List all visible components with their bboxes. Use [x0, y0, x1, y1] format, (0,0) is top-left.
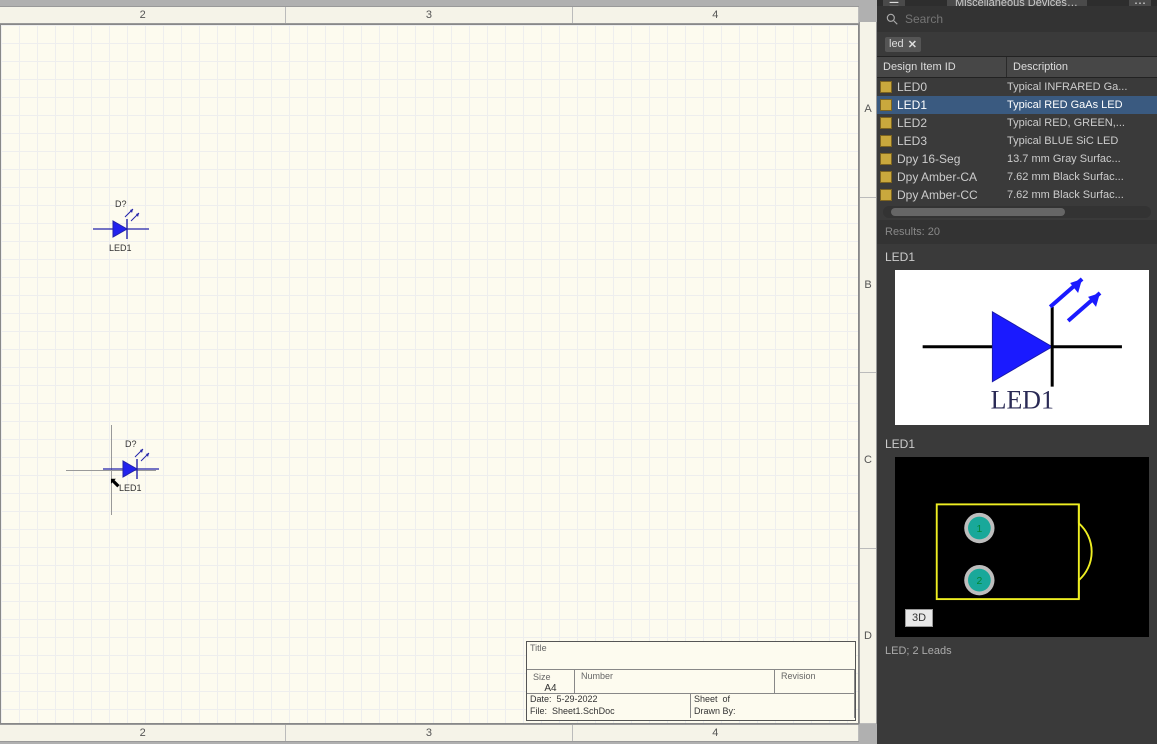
component-id: LED0	[895, 80, 1007, 94]
component-row-LED0[interactable]: LED0Typical INFRARED Ga...	[877, 78, 1157, 96]
component-value: LED1	[109, 243, 132, 253]
symbol-preview[interactable]: LED1	[895, 270, 1149, 425]
component-icon	[877, 170, 895, 182]
schematic-canvas[interactable]: 2 3 4 A B C D D? LED1 D?	[0, 0, 877, 744]
component-desc: 7.62 mm Black Surfac...	[1007, 189, 1157, 201]
filter-chip[interactable]: led ✕	[885, 37, 921, 52]
titleblock-title-label: Title	[527, 642, 550, 669]
results-count: Results: 20	[877, 220, 1157, 244]
filter-chip-label: led	[889, 38, 904, 50]
component-icon	[877, 98, 895, 110]
search-icon	[885, 12, 899, 26]
search-input[interactable]	[905, 12, 1149, 26]
col-header-id[interactable]: Design Item ID	[877, 57, 1007, 77]
component-row-LED1[interactable]: LED1Typical RED GaAs LED	[877, 96, 1157, 114]
titleblock-drawn-label: Drawn By:	[694, 706, 736, 716]
component-id: LED1	[895, 98, 1007, 112]
component-icon	[877, 116, 895, 128]
component-id: LED2	[895, 116, 1007, 130]
component-desc: Typical RED, GREEN,...	[1007, 117, 1157, 129]
component-led1-placed[interactable]: D? LED1	[91, 205, 151, 253]
designator: D?	[125, 439, 137, 449]
component-desc: 7.62 mm Black Surfac...	[1007, 171, 1157, 183]
pad-2-label: 2	[976, 575, 982, 586]
component-row-Dpy-16-Seg[interactable]: Dpy 16-Seg13.7 mm Gray Surfac...	[877, 150, 1157, 168]
titleblock-number-label: Number	[578, 670, 616, 682]
component-icon	[877, 134, 895, 146]
titleblock-sheet-label: Sheet	[694, 694, 718, 704]
designator: D?	[115, 199, 127, 209]
component-desc: Typical BLUE SiC LED	[1007, 135, 1157, 147]
horizontal-scrollbar[interactable]	[883, 206, 1151, 218]
component-row-Dpy-Amber-CA[interactable]: Dpy Amber-CA7.62 mm Black Surfac...	[877, 168, 1157, 186]
titleblock-size-label: Size	[530, 671, 571, 683]
component-icon	[877, 188, 895, 200]
component-row-LED2[interactable]: LED2Typical RED, GREEN,...	[877, 114, 1157, 132]
filter-chip-clear[interactable]: ✕	[908, 38, 917, 51]
schematic-sheet[interactable]: D? LED1 D?	[0, 24, 859, 724]
titleblock-file-label: File:	[530, 706, 547, 716]
component-id: Dpy Amber-CC	[895, 188, 1007, 202]
footprint-description: LED; 2 Leads	[877, 643, 1157, 659]
mouse-cursor-icon: ⬉	[109, 474, 121, 491]
component-id: Dpy Amber-CA	[895, 170, 1007, 184]
components-panel: ☰ Miscellaneous Devices.IntLib ⋯ led ✕ D…	[877, 0, 1157, 744]
titleblock-date-label: Date:	[530, 694, 552, 704]
ruler-top: 2 3 4	[0, 6, 859, 24]
component-desc: Typical INFRARED Ga...	[1007, 81, 1157, 93]
component-icon	[877, 80, 895, 92]
col-header-desc[interactable]: Description	[1007, 57, 1157, 77]
ruler-right: A B C D	[859, 22, 877, 724]
component-row-Dpy-Amber-CC[interactable]: Dpy Amber-CC7.62 mm Black Surfac...	[877, 186, 1157, 204]
footprint-preview-label: LED1	[877, 431, 1157, 457]
component-row-LED3[interactable]: LED3Typical BLUE SiC LED	[877, 132, 1157, 150]
component-icon	[877, 152, 895, 164]
component-id: LED3	[895, 134, 1007, 148]
footprint-preview[interactable]: 1 2 3D	[895, 457, 1149, 637]
component-desc: Typical RED GaAs LED	[1007, 99, 1157, 111]
title-block: Title Size A4 Number Revision Date: 5-29…	[526, 641, 856, 721]
grid-body: LED0Typical INFRARED Ga...LED1Typical RE…	[877, 78, 1157, 204]
view-3d-button[interactable]: 3D	[905, 609, 933, 627]
component-desc: 13.7 mm Gray Surfac...	[1007, 153, 1157, 165]
search-row	[877, 6, 1157, 32]
titleblock-file: Sheet1.SchDoc	[552, 706, 615, 716]
component-value: LED1	[119, 483, 142, 493]
titleblock-size: A4	[530, 683, 571, 694]
symbol-preview-label: LED1	[877, 244, 1157, 270]
titleblock-date: 5-29-2022	[557, 694, 598, 704]
ruler-bottom: 2 3 4	[0, 724, 859, 742]
symbol-preview-text: LED1	[990, 386, 1053, 415]
pad-1-label: 1	[976, 523, 982, 534]
titleblock-rev-label: Revision	[778, 670, 819, 682]
component-id: Dpy 16-Seg	[895, 152, 1007, 166]
grid-header: Design Item ID Description	[877, 56, 1157, 78]
